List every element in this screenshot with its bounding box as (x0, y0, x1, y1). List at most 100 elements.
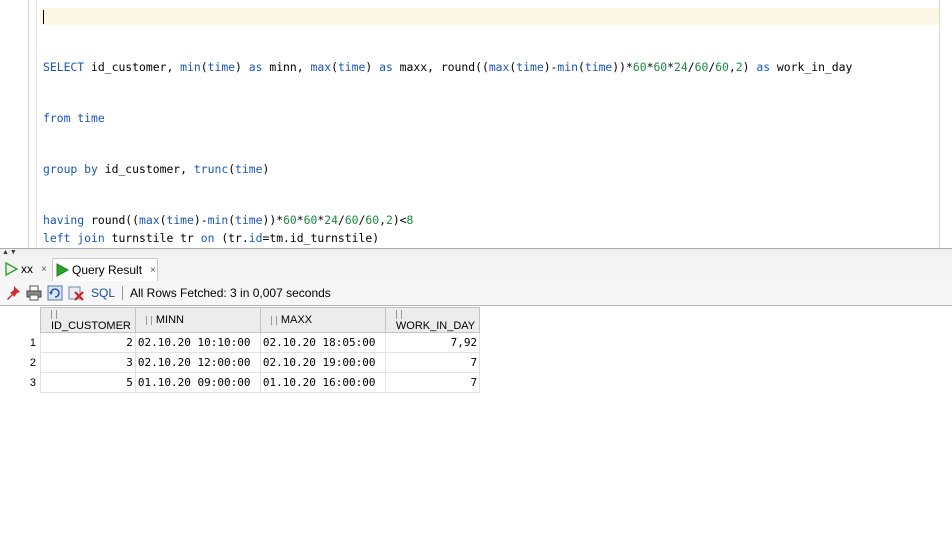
num-literal: 24 (324, 213, 338, 227)
num-literal: 24 (674, 60, 688, 74)
code-line-join: left join turnstile tr on (tr.id=tm.id_t… (43, 231, 380, 245)
code-line-1: SELECT id_customer, min(time) as minn, m… (43, 60, 853, 74)
num-literal: 60 (303, 213, 318, 227)
run-icon (56, 263, 69, 277)
sql-editor[interactable]: SELECT id_customer, min(time) as minn, m… (0, 0, 952, 278)
kw-id: id (248, 231, 263, 245)
kw-time: time (516, 60, 544, 74)
num-literal: 60 (283, 213, 297, 227)
results-toolbar: SQL All Rows Fetched: 3 in 0,007 seconds (0, 281, 952, 306)
close-icon[interactable]: × (150, 265, 156, 276)
tab-label: Query Result (72, 263, 143, 277)
num-literal: 60 (365, 213, 380, 227)
kw-group-by: group by (43, 162, 98, 176)
row-number[interactable]: 2 (0, 352, 41, 373)
num-literal: 2 (735, 60, 743, 74)
print-icon[interactable] (26, 285, 42, 301)
cell-id-customer[interactable]: 3 (40, 352, 136, 373)
delete-icon[interactable] (68, 285, 84, 301)
row-number[interactable]: 3 (0, 372, 41, 393)
code-line-3: group by id_customer, trunc(time) (43, 162, 270, 176)
column-grip (395, 309, 402, 319)
results-table: ID_CUSTOMER MINN MAXX WORK_IN_DAY 1 2 02… (0, 307, 481, 393)
num-literal: 60 (632, 60, 647, 74)
kw-time: time (77, 111, 105, 125)
fn-max: max (139, 213, 160, 227)
text-caret (43, 10, 44, 24)
editor-right-margin (939, 0, 940, 248)
tab-label: xx (21, 262, 33, 276)
sql-link[interactable]: SQL (91, 286, 115, 300)
tab-xx[interactable]: xx × (2, 258, 47, 280)
kw-time: time (207, 60, 236, 74)
column-header-work-in-day[interactable]: WORK_IN_DAY (384, 307, 481, 333)
cell-id-customer[interactable]: 5 (40, 372, 136, 393)
cell-minn[interactable]: 01.10.20 09:00:00 (134, 372, 261, 393)
cell-minn[interactable]: 02.10.20 10:10:00 (134, 332, 261, 353)
close-icon[interactable]: × (41, 264, 47, 275)
column-grip (270, 315, 277, 325)
kw-left-join: left join (43, 231, 105, 245)
num-literal: 2 (385, 213, 393, 227)
cell-maxx[interactable]: 01.10.20 16:00:00 (259, 372, 386, 393)
num-literal: 60 (694, 60, 709, 74)
num-literal: 60 (653, 60, 668, 74)
fetch-status: All Rows Fetched: 3 in 0,007 seconds (130, 286, 331, 300)
cell-maxx[interactable]: 02.10.20 19:00:00 (259, 352, 386, 373)
fn-min: min (180, 60, 201, 74)
results-grid[interactable]: ID_CUSTOMER MINN MAXX WORK_IN_DAY 1 2 02… (0, 307, 481, 393)
cell-work-in-day[interactable]: 7 (384, 352, 481, 373)
fn-max: max (488, 60, 510, 74)
kw-having: having (43, 213, 85, 227)
kw-as: as (756, 60, 771, 74)
kw-as: as (248, 60, 263, 74)
refresh-icon[interactable] (47, 285, 63, 301)
cell-work-in-day[interactable]: 7 (384, 372, 481, 393)
fn-max: max (310, 60, 332, 74)
row-number[interactable]: 1 (0, 332, 41, 353)
column-header-id-customer[interactable]: ID_CUSTOMER (40, 307, 136, 333)
table-row[interactable]: 1 2 02.10.20 10:10:00 02.10.20 18:05:00 … (0, 332, 481, 353)
header-row: ID_CUSTOMER MINN MAXX WORK_IN_DAY (0, 307, 481, 333)
column-header-label: ID_CUSTOMER (51, 320, 131, 332)
column-grip (51, 309, 57, 319)
fn-trunc: trunc (193, 162, 229, 176)
kw-time: time (235, 213, 263, 227)
line-gutter (0, 0, 29, 248)
column-header-maxx[interactable]: MAXX (259, 307, 386, 333)
kw-time: time (337, 60, 366, 74)
collapse-arrows-icon[interactable]: ▲▼ (2, 249, 18, 256)
num-literal: 60 (715, 60, 729, 74)
fn-min: min (557, 60, 578, 74)
cell-minn[interactable]: 02.10.20 12:00:00 (134, 352, 261, 373)
kw-as: as (379, 60, 393, 74)
current-line-highlight (40, 8, 939, 25)
cell-maxx[interactable]: 02.10.20 18:05:00 (259, 332, 386, 353)
column-header-label: MINN (155, 314, 184, 326)
kw-select: SELECT (43, 60, 85, 74)
cell-id-customer[interactable]: 2 (40, 332, 136, 353)
column-header-minn[interactable]: MINN (134, 307, 261, 333)
cell-work-in-day[interactable]: 7,92 (384, 332, 481, 353)
kw-on: on (200, 231, 215, 245)
column-header-label: WORK_IN_DAY (395, 320, 476, 332)
toolbar-separator (122, 286, 124, 300)
fold-margin (36, 0, 37, 248)
table-row[interactable]: 3 5 01.10.20 09:00:00 01.10.20 16:00:00 … (0, 372, 481, 393)
code-line-4: having round((max(time)-min(time))*60*60… (43, 213, 414, 227)
pin-icon[interactable] (5, 285, 21, 301)
num-literal: 8 (406, 213, 414, 227)
fn-min: min (207, 213, 229, 227)
tab-query-result[interactable]: Query Result × (52, 258, 158, 281)
kw-time: time (166, 213, 194, 227)
kw-time: time (584, 60, 613, 74)
column-grip (145, 315, 152, 325)
rownum-header (0, 307, 41, 333)
table-row[interactable]: 2 3 02.10.20 12:00:00 02.10.20 19:00:00 … (0, 352, 481, 373)
num-literal: 60 (344, 213, 359, 227)
kw-time: time (235, 162, 263, 176)
kw-from: from (43, 111, 71, 125)
column-header-label: MAXX (280, 314, 313, 326)
run-icon (5, 262, 18, 276)
code-line-2: from time (43, 110, 852, 127)
